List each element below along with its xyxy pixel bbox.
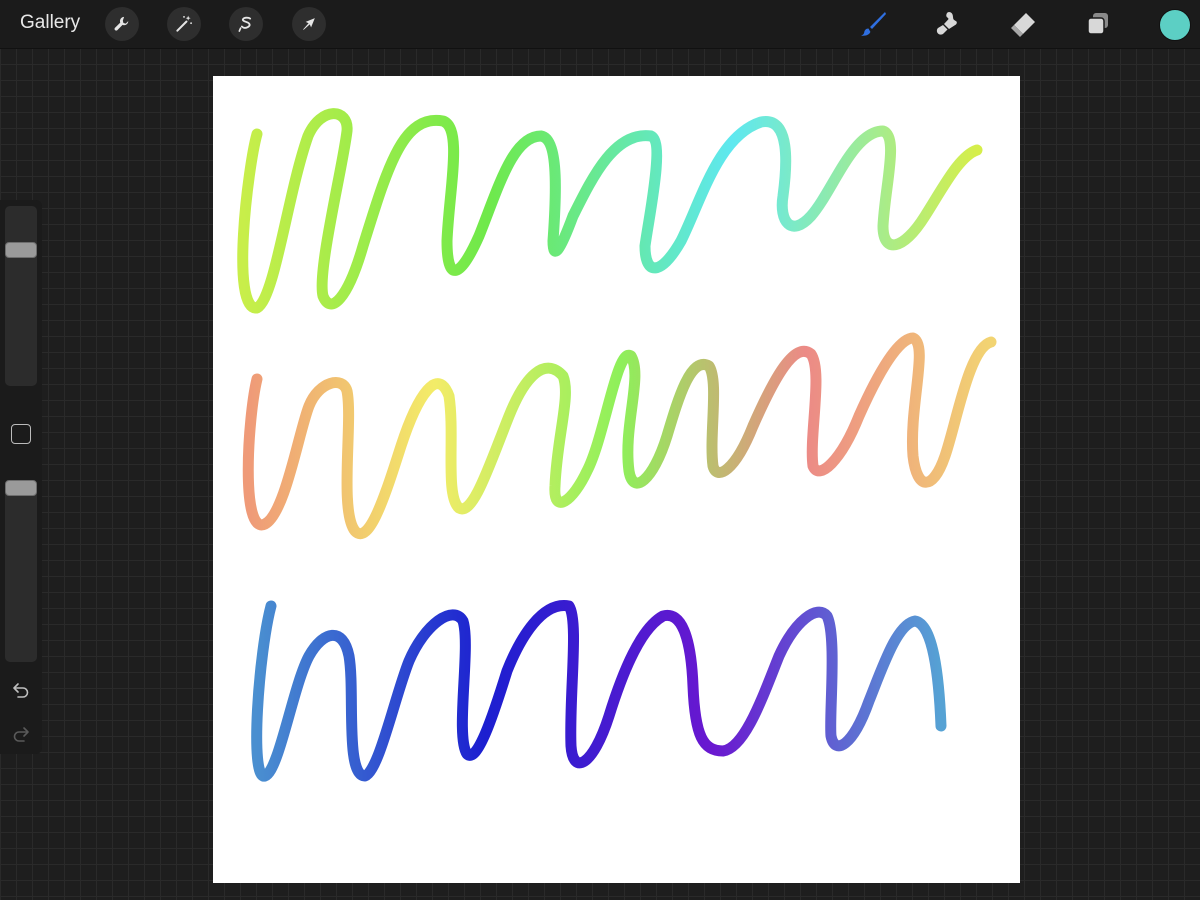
- undo-icon: [13, 683, 29, 698]
- opacity-slider[interactable]: [5, 480, 37, 662]
- redo-button[interactable]: [10, 723, 32, 745]
- brush-tool[interactable]: [855, 6, 891, 42]
- drawing-canvas[interactable]: [213, 76, 1020, 883]
- adjustments-button[interactable]: [167, 7, 201, 41]
- actions-button[interactable]: [105, 7, 139, 41]
- selection-icon: [238, 16, 252, 32]
- opacity-handle[interactable]: [5, 480, 37, 496]
- undo-button[interactable]: [10, 679, 32, 701]
- gallery-button[interactable]: Gallery: [20, 12, 80, 34]
- color-picker-swatch[interactable]: [1159, 9, 1191, 41]
- transform-arrow-icon: [303, 18, 315, 30]
- layers-icon: [1087, 13, 1108, 35]
- magic-wand-icon: [176, 15, 192, 32]
- brush-icon: [861, 12, 886, 36]
- top-toolbar: Gallery: [0, 0, 1200, 49]
- brush-handle: [870, 12, 886, 29]
- warm-rainbow-squiggle: [242, 332, 997, 539]
- smudge-icon: [936, 12, 957, 35]
- transform-button[interactable]: [292, 7, 326, 41]
- blue-purple-squiggle: [251, 600, 947, 782]
- artwork: [237, 108, 997, 782]
- selection-button[interactable]: [229, 7, 263, 41]
- eraser-icon: [1011, 13, 1035, 37]
- left-sidebar: [0, 200, 42, 754]
- green-cyan-squiggle: [237, 108, 983, 314]
- eraser-tool[interactable]: [1005, 6, 1041, 42]
- brush-tip: [861, 28, 871, 36]
- wrench-icon: [114, 16, 129, 31]
- brush-size-handle[interactable]: [5, 242, 37, 259]
- redo-icon: [13, 727, 29, 742]
- modify-button[interactable]: [11, 424, 31, 444]
- layers-tool[interactable]: [1080, 6, 1116, 42]
- brush-size-slider[interactable]: [5, 206, 37, 386]
- smudge-tool[interactable]: [929, 6, 965, 42]
